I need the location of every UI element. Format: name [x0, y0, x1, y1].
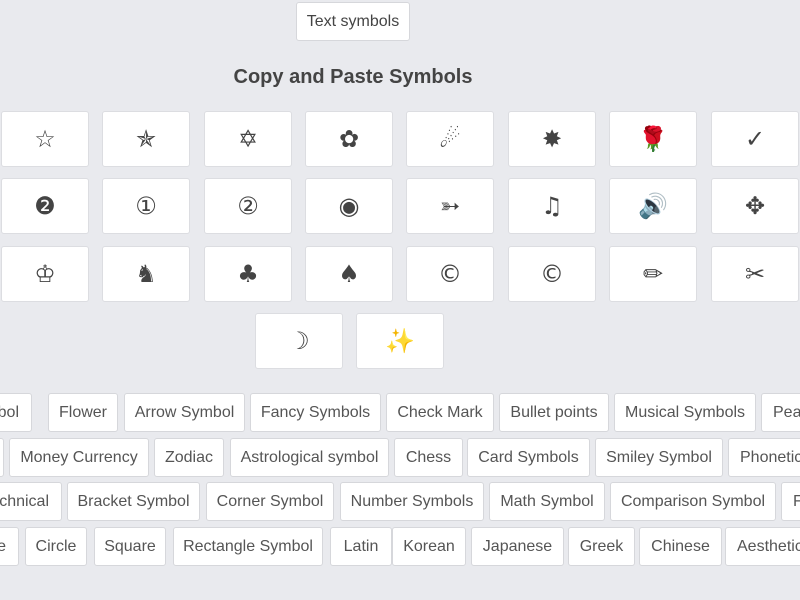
category-button[interactable]: [0, 438, 4, 477]
category-button[interactable]: Card Symbols: [467, 438, 590, 477]
symbol-tile[interactable]: ♠: [305, 246, 393, 302]
symbol-tile[interactable]: ♫: [508, 178, 596, 234]
fisheye-icon: ◉: [338, 192, 360, 220]
crescent-moon-icon: ☽: [288, 327, 310, 355]
symbol-tile[interactable]: ☽: [255, 313, 343, 369]
pencil-icon: ✏: [642, 260, 664, 288]
spade-suit-icon: ♠: [338, 260, 360, 288]
symbol-tile[interactable]: ❷: [1, 178, 89, 234]
category-button[interactable]: Chinese: [639, 527, 722, 566]
symbol-tile[interactable]: ➳: [406, 178, 494, 234]
category-button[interactable]: Math Symbol: [489, 482, 605, 521]
category-button[interactable]: Astrological symbol: [230, 438, 389, 477]
symbol-tile[interactable]: ✸: [508, 111, 596, 167]
copyright-icon: ©: [438, 260, 462, 288]
category-button[interactable]: mbol: [0, 393, 32, 432]
symbol-tile[interactable]: ◉: [305, 178, 393, 234]
category-button[interactable]: Japanese: [471, 527, 564, 566]
music-note-icon: ♫: [541, 192, 563, 220]
symbol-tile[interactable]: ✂: [711, 246, 799, 302]
circled-one-icon: ①: [135, 192, 157, 220]
symbol-tile[interactable]: ✏: [609, 246, 697, 302]
symbol-tile[interactable]: ©: [508, 246, 596, 302]
circled-two-icon: ②: [237, 192, 259, 220]
category-button[interactable]: Bullet points: [499, 393, 609, 432]
category-button[interactable]: Musical Symbols: [614, 393, 756, 432]
symbol-tile[interactable]: ☄: [406, 111, 494, 167]
star-of-david-icon: ✡: [237, 125, 259, 153]
category-button[interactable]: Check Mark: [386, 393, 494, 432]
scissors-icon: ✂: [744, 260, 766, 288]
copyright-alt-icon: ©: [540, 260, 564, 288]
category-button[interactable]: Circle: [25, 527, 87, 566]
text-symbols-button[interactable]: Text symbols: [296, 2, 410, 41]
symbol-tile[interactable]: ①: [102, 178, 190, 234]
checkered-cross-icon: ✥: [744, 192, 766, 220]
check-mark-icon: ✓: [744, 125, 766, 153]
category-button[interactable]: Latin: [330, 527, 392, 566]
symbol-tile[interactable]: ✯: [102, 111, 190, 167]
black-knight-icon: ♞: [135, 260, 157, 288]
symbol-tile[interactable]: ©: [406, 246, 494, 302]
symbol-tile[interactable]: ♞: [102, 246, 190, 302]
category-button[interactable]: Number Symbols: [340, 482, 484, 521]
arrow-icon: ➳: [439, 192, 461, 220]
category-button[interactable]: Fancy Symbols: [250, 393, 381, 432]
category-button[interactable]: Square: [94, 527, 166, 566]
category-button[interactable]: F: [781, 482, 800, 521]
symbol-tile[interactable]: ✓: [711, 111, 799, 167]
symbol-tile[interactable]: ✡: [204, 111, 292, 167]
category-button[interactable]: Rectangle Symbol: [173, 527, 323, 566]
category-button[interactable]: Korean: [392, 527, 466, 566]
category-button[interactable]: Arrow Symbol: [124, 393, 245, 432]
category-button[interactable]: Money Currency: [9, 438, 149, 477]
category-button[interactable]: Comparison Symbol: [610, 482, 776, 521]
white-star-icon: ☆: [34, 125, 56, 153]
flower-icon: ✿: [338, 125, 360, 153]
negative-circled-two-icon: ❷: [34, 192, 56, 220]
symbol-tile[interactable]: ♔: [1, 246, 89, 302]
category-button[interactable]: Flower: [48, 393, 118, 432]
category-button[interactable]: Zodiac: [154, 438, 224, 477]
category-button[interactable]: chnical: [0, 482, 62, 521]
galaxy-icon: ✨: [385, 327, 415, 355]
page-title: Copy and Paste Symbols: [233, 66, 473, 88]
category-button[interactable]: Smiley Symbol: [595, 438, 723, 477]
category-button[interactable]: Phonetic: [728, 438, 800, 477]
white-king-icon: ♔: [34, 260, 56, 288]
symbol-tile[interactable]: 🔊: [609, 178, 697, 234]
rose-icon: 🌹: [638, 125, 668, 153]
category-button[interactable]: Pea: [761, 393, 800, 432]
outlined-star-icon: ✯: [135, 125, 157, 153]
glowing-star-icon: ✸: [541, 125, 563, 153]
symbol-tile[interactable]: ✥: [711, 178, 799, 234]
category-button[interactable]: Bracket Symbol: [67, 482, 200, 521]
category-button[interactable]: Greek: [568, 527, 635, 566]
category-button[interactable]: Aesthetic: [725, 527, 800, 566]
speaker-icon: 🔊: [638, 192, 668, 220]
symbol-tile[interactable]: ✨: [356, 313, 444, 369]
category-button[interactable]: e: [0, 527, 19, 566]
shooting-star-icon: ☄: [439, 125, 461, 153]
category-button[interactable]: Corner Symbol: [206, 482, 334, 521]
club-suit-icon: ♣: [237, 260, 259, 288]
symbol-tile[interactable]: ②: [204, 178, 292, 234]
symbol-tile[interactable]: ✿: [305, 111, 393, 167]
symbol-tile[interactable]: ♣: [204, 246, 292, 302]
category-button[interactable]: Chess: [394, 438, 463, 477]
symbol-tile[interactable]: ☆: [1, 111, 89, 167]
symbol-tile[interactable]: 🌹: [609, 111, 697, 167]
